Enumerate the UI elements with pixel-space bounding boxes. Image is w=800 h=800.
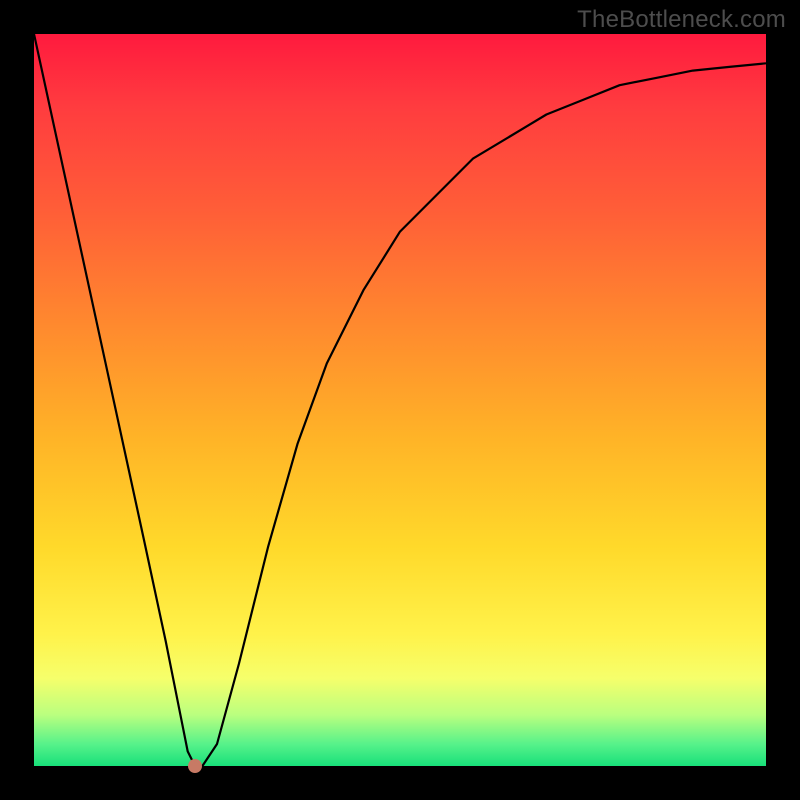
optimum-marker bbox=[188, 759, 202, 773]
plot-area bbox=[34, 34, 766, 766]
bottleneck-curve bbox=[34, 34, 766, 766]
attribution-text: TheBottleneck.com bbox=[577, 6, 786, 34]
chart-frame: TheBottleneck.com bbox=[0, 0, 800, 800]
